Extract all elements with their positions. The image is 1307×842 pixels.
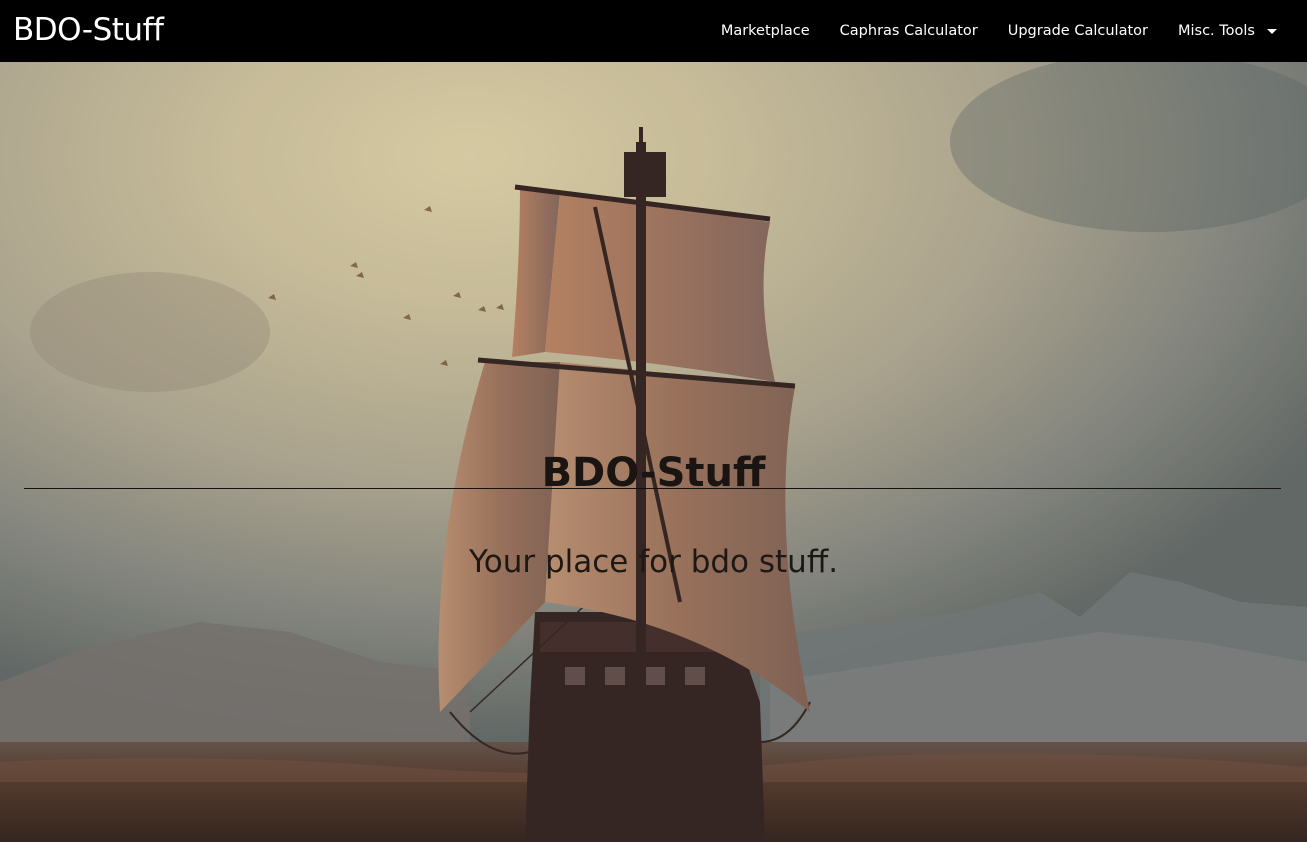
nav-link-marketplace[interactable]: Marketplace <box>721 23 810 39</box>
hero-title: BDO-Stuff <box>541 449 766 496</box>
hero-section: BDO-Stuff Your place for bdo stuff. <box>0 62 1307 842</box>
brand-logo-link[interactable]: BDO-Stuff <box>13 11 164 49</box>
nav-link-upgrade-calculator[interactable]: Upgrade Calculator <box>1008 23 1148 39</box>
nav-dropdown-label: Misc. Tools <box>1177 23 1255 39</box>
nav-menu: Marketplace Caphras Calculator Upgrade C… <box>691 0 1277 62</box>
nav-dropdown-misc-tools[interactable]: Misc. Tools <box>1178 23 1277 39</box>
nav-link-caphras-calculator[interactable]: Caphras Calculator <box>840 23 978 39</box>
hero-divider <box>24 488 1281 489</box>
caret-down-icon[interactable] <box>1267 28 1277 34</box>
top-navbar: BDO-Stuff Marketplace Caphras Calculator… <box>0 0 1307 62</box>
hero-subtitle: Your place for bdo stuff. <box>468 544 839 580</box>
